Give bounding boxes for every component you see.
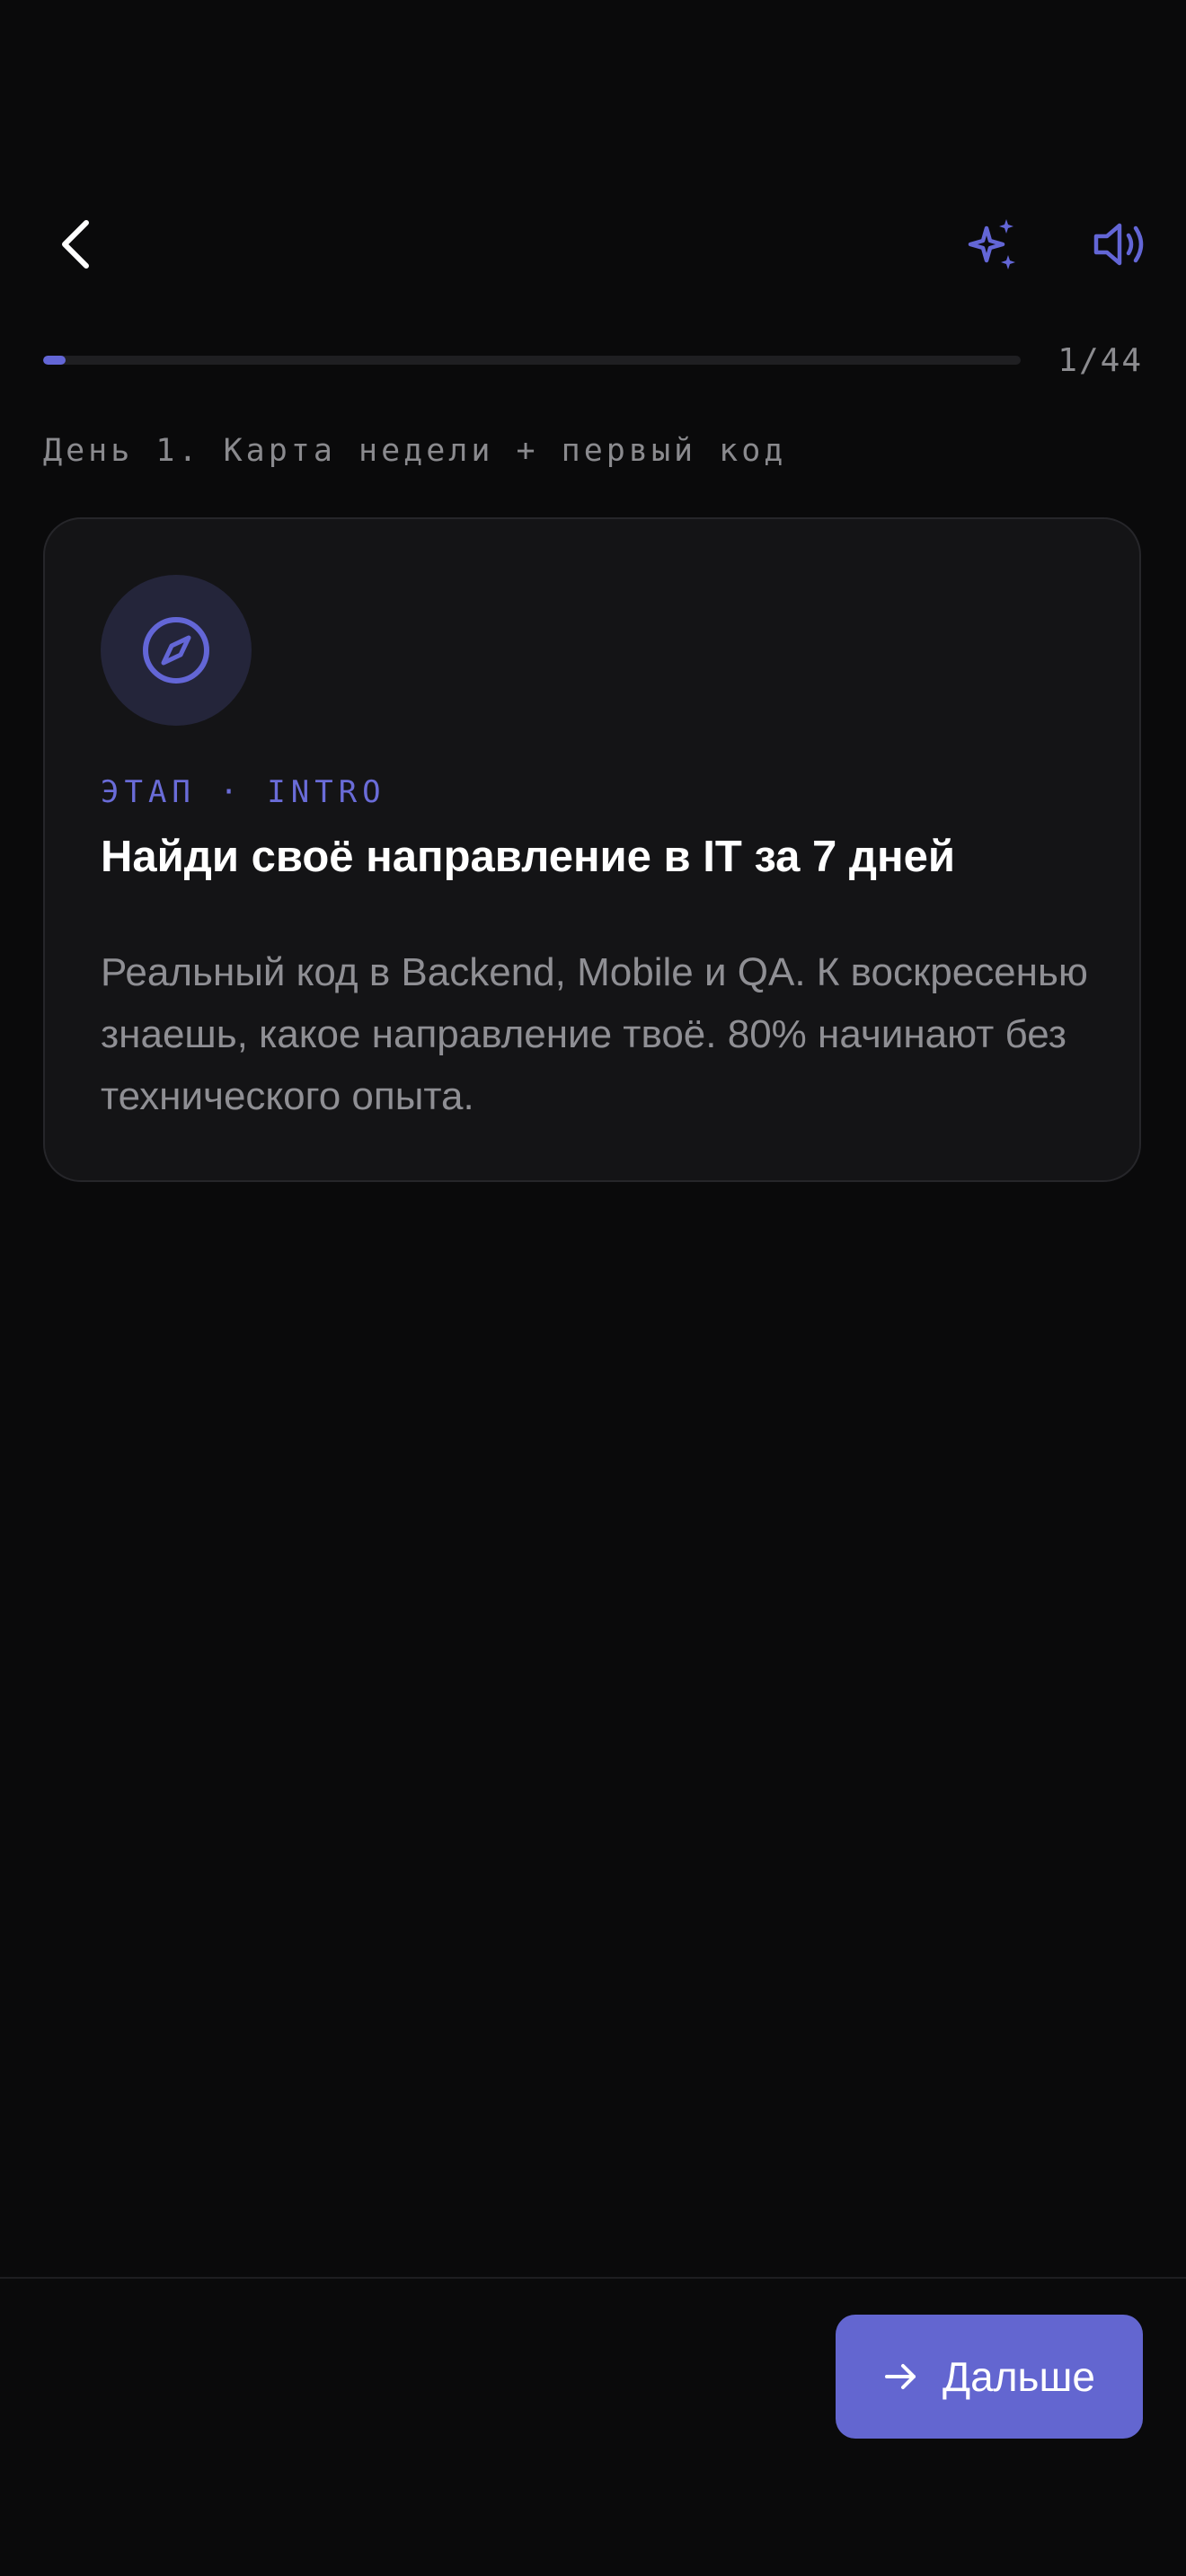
ai-assistant-button[interactable] [956,208,1028,280]
compass-icon [143,617,209,684]
progress-counter: 1/44 [1058,342,1143,379]
card-title: Найди своё направление в IT за 7 дней [101,833,955,881]
next-button[interactable]: Дальше [836,2315,1143,2439]
progress-row: 1/44 [43,343,1143,386]
sparkles-icon [968,219,1015,269]
chevron-left-icon [62,220,89,269]
arrow-right-icon [884,2364,916,2389]
speaker-icon [1093,223,1144,266]
lesson-day-title: День 1. Карта недели + первый код [43,433,787,469]
audio-button[interactable] [1085,208,1157,280]
card-description: Реальный код в Backend, Mobile и QA. К в… [101,950,1088,1118]
card-icon-badge [101,575,252,726]
footer-divider [0,2277,1186,2279]
next-button-label: Дальше [942,2353,1096,2400]
back-button[interactable] [43,212,108,277]
progress-bar [43,356,1021,365]
top-bar [0,189,1186,296]
intro-card: ЭТАП · INTRO Найди своё направление в IT… [43,517,1141,1182]
progress-bar-fill [43,356,66,365]
stage-label: ЭТАП · INTRO [101,774,386,810]
